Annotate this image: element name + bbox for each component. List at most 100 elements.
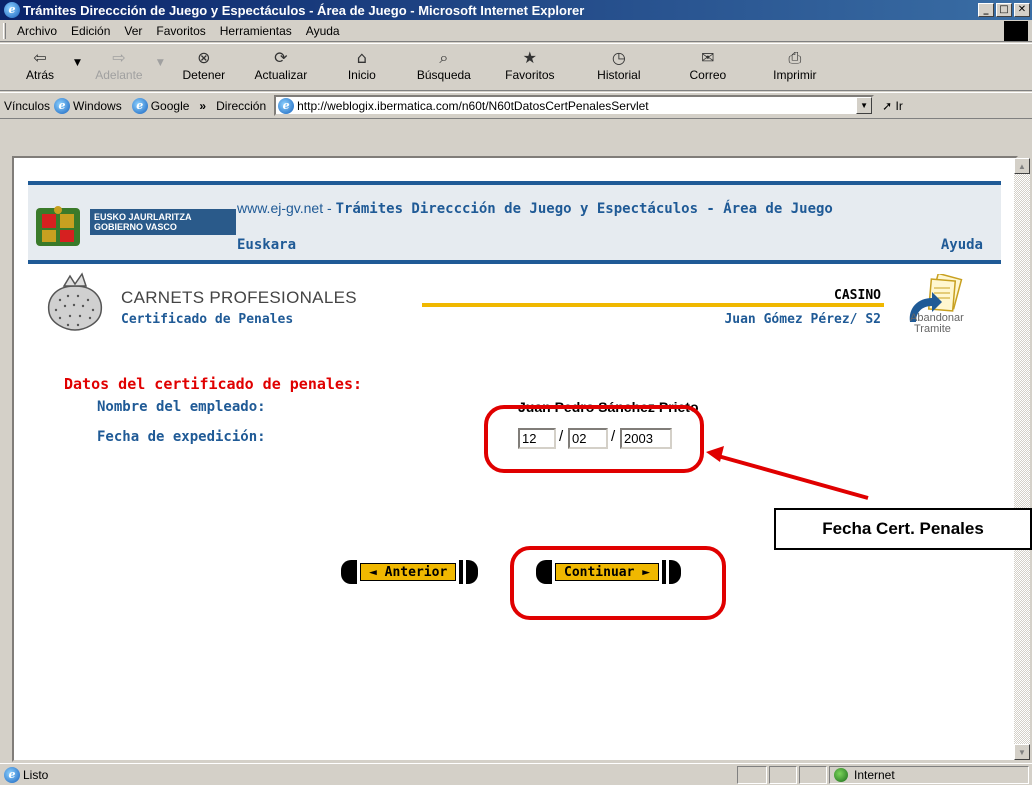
mail-button[interactable]: ✉ Correo [664,44,752,90]
employee-name-label: Nombre del empleado: [97,399,266,415]
ie-page-icon: e [54,97,71,114]
back-dropdown-icon[interactable]: ▼ [70,58,85,68]
refresh-icon: ⟳ [274,48,288,67]
status-text: Listo [23,767,49,782]
maximize-button[interactable]: □ [996,3,1012,17]
address-label: Dirección [216,98,267,113]
ie-icon: e [4,2,20,18]
address-url: http://weblogix.ibermatica.com/n60t/N60t… [297,98,649,113]
date-highlight-box [484,405,704,473]
button-bar [459,560,464,584]
scroll-down-icon[interactable]: ▼ [1014,744,1030,760]
links-chevron-icon[interactable]: » [199,99,206,113]
menu-ver[interactable]: Ver [117,24,149,38]
favorites-icon: ★ [522,48,538,67]
abandon-process-link[interactable]: Abandonar Tramite [910,313,964,335]
home-button[interactable]: ⌂ Inicio [322,44,402,90]
back-arrow-icon: ⇦ [33,48,47,67]
government-logo: EUSKO JAURLARITZA GOBIERNO VASCO [90,209,236,235]
link-google[interactable]: e Google [131,97,190,114]
menu-bar: Archivo Edición Ver Favoritos Herramient… [0,20,1032,42]
ie-page-icon: e [278,97,295,114]
menu-edicion[interactable]: Edición [64,24,117,38]
home-label: Inicio [347,68,376,82]
vertical-scrollbar[interactable]: ▲ ▼ [1014,158,1030,760]
euskara-link[interactable]: Euskara [237,237,296,253]
section-subtitle: Certificado de Penales [121,312,294,327]
site-header: EUSKO JAURLARITZA GOBIERNO VASCO www.ej-… [28,181,1001,264]
site-separator: - [323,200,336,216]
history-icon: ◷ [611,48,626,67]
forward-button[interactable]: ⇨ Adelante [85,44,153,90]
issue-date-label: Fecha de expedición: [97,429,266,445]
section-divider [422,303,884,307]
internet-globe-icon [834,767,848,782]
search-label: Búsqueda [416,68,471,82]
site-title: www.ej-gv.net - Trámites Direccción de J… [237,200,833,217]
forward-label: Adelante [95,68,143,82]
forward-arrow-icon: ⇨ [112,48,126,67]
close-button[interactable]: ✕ [1014,3,1030,17]
links-label[interactable]: Vínculos [4,99,50,113]
search-button[interactable]: ⌕ Búsqueda [402,44,486,90]
go-button[interactable]: ➚ Ir [882,99,903,113]
history-label: Historial [597,68,641,82]
stop-icon: ⊗ [197,48,211,67]
window-title: Trámites Direccción de Juego y Espectácu… [23,2,585,18]
logo-line-1: EUSKO JAURLARITZA [94,212,192,222]
ie-page-icon: e [131,97,148,114]
printer-icon: ⎙ [788,48,802,67]
print-label: Imprimir [773,68,817,82]
security-zone: Internet [829,765,1029,784]
history-button[interactable]: ◷ Historial [574,44,664,90]
favorites-label: Favoritos [505,68,555,82]
mail-icon: ✉ [701,48,715,67]
user-label: Juan Gómez Pérez/ S2 [724,312,881,327]
form-heading: Datos del certificado de penales: [64,375,363,393]
strawberry-icon [47,272,103,331]
home-icon: ⌂ [356,48,367,67]
site-url-link[interactable]: www.ej-gv.net [237,200,323,216]
address-input[interactable]: e http://weblogix.ibermatica.com/n60t/N6… [274,95,875,116]
status-bar: e Listo Internet [0,763,1032,785]
go-arrow-icon: ➚ [882,98,893,113]
print-button[interactable]: ⎙ Imprimir [752,44,838,90]
scroll-up-icon[interactable]: ▲ [1014,158,1030,174]
address-bar: Vínculos e Windows e Google » Dirección … [0,92,1032,119]
back-button[interactable]: ⇦ Atrás [10,44,70,90]
button-cap-left [341,560,353,584]
site-title-text: Trámites Direccción de Juego y Espectácu… [335,201,833,217]
continue-highlight-box [510,546,726,620]
basque-government-crest-icon [36,206,80,246]
menu-herramientas[interactable]: Herramientas [213,24,299,38]
status-segment [737,765,767,784]
button-bar [353,560,357,584]
minimize-button[interactable]: _ [978,3,994,17]
search-icon: ⌕ [439,48,449,67]
abandon-label-2: Tramite [914,323,951,335]
refresh-label: Actualizar [254,68,308,82]
menu-favoritos[interactable]: Favoritos [149,24,212,38]
link-google-label: Google [150,98,190,113]
forward-dropdown-icon[interactable]: ▼ [153,58,168,68]
mail-label: Correo [689,68,727,82]
menu-archivo[interactable]: Archivo [10,24,64,38]
menu-grip[interactable] [3,23,6,39]
refresh-button[interactable]: ⟳ Actualizar [240,44,322,90]
annotation-callout: Fecha Cert. Penales [774,508,1032,550]
logo-line-2: GOBIERNO VASCO [94,222,177,232]
address-dropdown-icon[interactable]: ▼ [856,97,873,114]
go-label: Ir [895,98,903,113]
button-cap-right [466,560,479,584]
stop-button[interactable]: ⊗ Detener [168,44,240,90]
status-segment [799,765,827,784]
previous-button[interactable]: ◄ Anterior [341,560,479,584]
zone-label: Internet [854,767,895,782]
stop-label: Detener [182,68,226,82]
link-windows-label: Windows [73,98,122,113]
help-link[interactable]: Ayuda [941,237,983,253]
link-windows[interactable]: e Windows [54,97,122,114]
previous-button-label: ◄ Anterior [360,563,457,581]
favorites-button[interactable]: ★ Favoritos [486,44,574,90]
menu-ayuda[interactable]: Ayuda [299,24,347,38]
